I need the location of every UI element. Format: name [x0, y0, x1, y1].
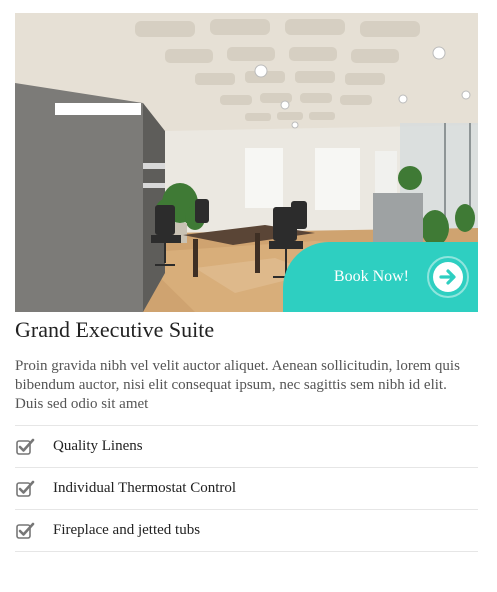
feature-item: Individual Thermostat Control — [15, 467, 478, 509]
book-now-label: Book Now! — [333, 268, 409, 285]
feature-item: Fireplace and jetted tubs — [15, 509, 478, 552]
room-description: Proin gravida nibh vel velit auctor aliq… — [15, 358, 460, 412]
book-now-button[interactable]: Book Now! — [283, 242, 478, 312]
checkbox-checked-icon — [16, 438, 35, 455]
room-title: Grand Executive Suite — [15, 317, 215, 342]
room-photo: Book Now! — [15, 13, 478, 312]
room-card: Book Now! — [15, 13, 478, 312]
checkbox-checked-icon — [16, 480, 35, 497]
checkbox-checked-icon — [16, 522, 35, 539]
feature-label: Fireplace and jetted tubs — [53, 522, 201, 538]
feature-label: Quality Linens — [53, 438, 143, 454]
feature-label: Individual Thermostat Control — [53, 480, 237, 496]
feature-list: Quality Linens Individual Thermostat Con… — [15, 425, 478, 552]
feature-item: Quality Linens — [15, 425, 478, 467]
arrow-right-circle-icon — [427, 256, 469, 298]
